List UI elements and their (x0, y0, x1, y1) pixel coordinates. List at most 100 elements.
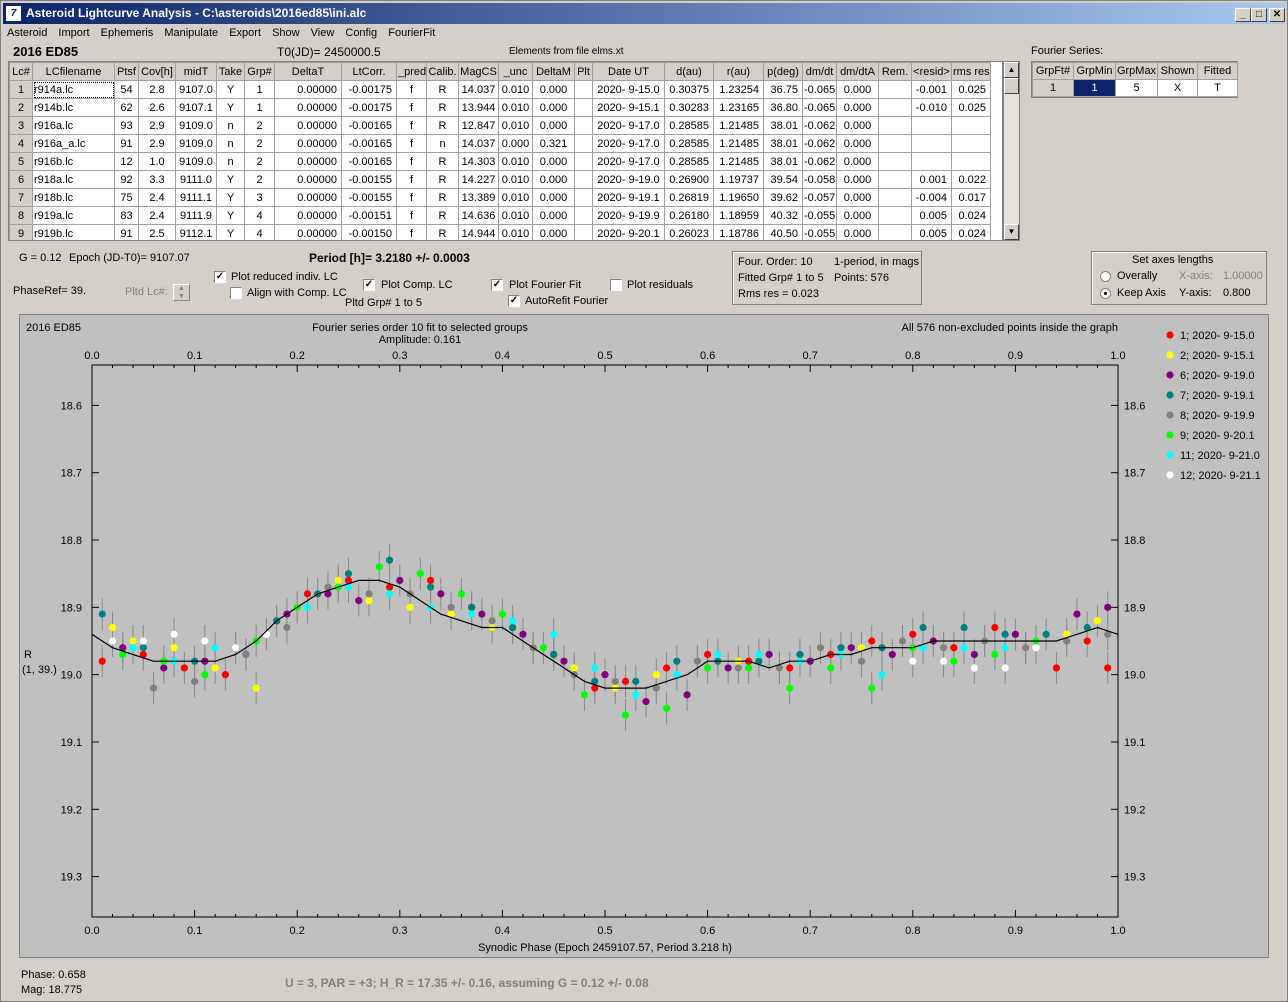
table-cell[interactable]: 14.636 (458, 206, 499, 225)
col-header[interactable]: LtCorr. (341, 62, 397, 81)
table-cell[interactable]: 2020- 9-17.0 (592, 134, 665, 153)
table-cell[interactable]: R (426, 188, 459, 207)
table-cell[interactable]: 83 (114, 206, 139, 225)
table-cell[interactable] (574, 170, 593, 189)
table-cell[interactable] (574, 152, 593, 171)
table-cell[interactable]: 0.000 (836, 98, 879, 117)
table-cell[interactable]: 0.017 (951, 188, 991, 207)
row-header[interactable]: 1 (9, 80, 33, 99)
app-icon[interactable]: 7 (6, 6, 21, 21)
row-header[interactable]: 5 (9, 152, 33, 171)
table-cell[interactable]: 2 (244, 152, 275, 171)
table-cell[interactable]: 2 (244, 170, 275, 189)
table-cell[interactable]: 4 (244, 224, 275, 240)
menu-manipulate[interactable]: Manipulate (160, 25, 222, 39)
table-cell[interactable] (878, 206, 912, 225)
table-cell[interactable]: 0.30283 (664, 98, 714, 117)
lightcurve-table[interactable]: Lc# LCfilename Ptsf Cov[h] midT Take Grp# Delta… (8, 61, 1003, 241)
table-cell[interactable]: 1.21485 (713, 152, 764, 171)
table-cell[interactable]: 1.19737 (713, 170, 764, 189)
table-cell[interactable]: 9111.9 (175, 206, 217, 225)
table-cell[interactable]: r914b.lc (32, 98, 115, 117)
table-cell[interactable]: f (396, 188, 427, 207)
phaseref-value[interactable]: PhaseRef= 39. (13, 285, 86, 297)
table-cell[interactable] (574, 116, 593, 135)
row-header[interactable]: 2 (9, 98, 33, 117)
table-cell[interactable]: 40.50 (763, 224, 803, 240)
table-cell[interactable]: -0.00150 (341, 224, 397, 240)
table-cell[interactable] (574, 98, 593, 117)
table-cell[interactable] (878, 188, 912, 207)
table-cell[interactable]: 0.00000 (274, 116, 342, 135)
table-cell[interactable]: 38.01 (763, 134, 803, 153)
table-cell[interactable]: 0.30375 (664, 80, 714, 99)
table-cell[interactable]: 0.00000 (274, 206, 342, 225)
table-cell[interactable]: 0.010 (498, 152, 533, 171)
table-cell[interactable] (574, 80, 593, 99)
overall-radio[interactable] (1100, 271, 1111, 282)
table-cell[interactable]: f (396, 116, 427, 135)
table-cell[interactable]: 91 (114, 224, 139, 240)
table-cell[interactable]: 36.75 (763, 80, 803, 99)
table-cell[interactable]: r919a.lc (32, 206, 115, 225)
table-cell[interactable]: r914a.lc (32, 80, 115, 99)
menu-asteroid[interactable]: Asteroid (3, 25, 51, 39)
table-cell[interactable] (878, 134, 912, 153)
lightcurve-plot[interactable]: 0.0 0.0 0.1 0.1 0.2 0.2 0.3 0.3 0.4 0.4 0.5 0.5 0.6 0… (19, 314, 1269, 958)
table-cell[interactable]: 1.18959 (713, 206, 764, 225)
fourier-cell-grpmax[interactable]: 5 (1115, 79, 1158, 97)
menu-export[interactable]: Export (225, 25, 265, 39)
table-cell[interactable]: 0.00000 (274, 98, 342, 117)
table-cell[interactable]: f (396, 224, 427, 240)
table-cell[interactable]: 0.010 (498, 170, 533, 189)
table-cell[interactable]: 2020- 9-19.9 (592, 206, 665, 225)
table-cell[interactable]: 2 (244, 116, 275, 135)
table-cell[interactable]: 0.000 (532, 98, 575, 117)
table-cell[interactable]: 2.4 (138, 188, 176, 207)
col-header[interactable]: MagCS (458, 62, 499, 81)
table-scrollbar[interactable]: ▲ ▼ (1003, 61, 1020, 241)
table-cell[interactable]: 1.21485 (713, 116, 764, 135)
table-cell[interactable]: 0.000 (836, 206, 879, 225)
col-header[interactable]: Calib. (426, 62, 459, 81)
table-cell[interactable]: -0.065 (802, 98, 837, 117)
table-cell[interactable]: f (396, 152, 427, 171)
table-cell[interactable]: Y (216, 224, 245, 240)
table-cell[interactable]: 0.28585 (664, 116, 714, 135)
table-cell[interactable]: 0.26900 (664, 170, 714, 189)
col-header[interactable]: _unc (498, 62, 533, 81)
table-cell[interactable]: 2020- 9-19.1 (592, 188, 665, 207)
table-row[interactable]: 4 r916a_a.lc 91 2.9 9109.0 n 2 0.00000 -0.00165 f… (9, 134, 991, 153)
table-cell[interactable]: r918a.lc (32, 170, 115, 189)
table-cell[interactable]: 0.000 (532, 170, 575, 189)
table-cell[interactable]: n (216, 152, 245, 171)
col-header[interactable]: dm/dt (802, 62, 837, 81)
table-cell[interactable]: 40.32 (763, 206, 803, 225)
menu-view[interactable]: View (307, 25, 339, 39)
table-cell[interactable] (878, 152, 912, 171)
table-cell[interactable]: R (426, 152, 459, 171)
table-cell[interactable]: 0.005 (911, 224, 952, 240)
plot-fourier-checkbox[interactable]: ✓ (491, 279, 503, 291)
table-cell[interactable]: 0.00000 (274, 152, 342, 171)
table-cell[interactable]: -0.062 (802, 134, 837, 153)
table-cell[interactable]: 0.321 (532, 134, 575, 153)
row-header[interactable]: 8 (9, 206, 33, 225)
plot-comp-checkbox[interactable]: ✓ (363, 279, 375, 291)
table-cell[interactable]: 0.000 (532, 224, 575, 240)
table-cell[interactable]: n (426, 134, 459, 153)
table-cell[interactable]: 0.010 (498, 98, 533, 117)
align-checkbox[interactable] (230, 287, 242, 299)
table-cell[interactable] (574, 206, 593, 225)
table-cell[interactable]: -0.062 (802, 152, 837, 171)
table-cell[interactable]: 3 (244, 188, 275, 207)
table-cell[interactable]: 38.01 (763, 152, 803, 171)
table-cell[interactable]: 92 (114, 170, 139, 189)
col-header[interactable]: LCfilename (32, 62, 115, 81)
table-row[interactable]: 9 r919b.lc 91 2.5 9112.1 Y 4 0.00000 -0.00150 f R 1… (9, 224, 991, 240)
table-cell[interactable]: 2.4 (138, 206, 176, 225)
table-cell[interactable]: f (396, 170, 427, 189)
col-header[interactable]: <resid> (911, 62, 952, 81)
table-cell[interactable]: 14.303 (458, 152, 499, 171)
table-cell[interactable]: 0.010 (498, 206, 533, 225)
